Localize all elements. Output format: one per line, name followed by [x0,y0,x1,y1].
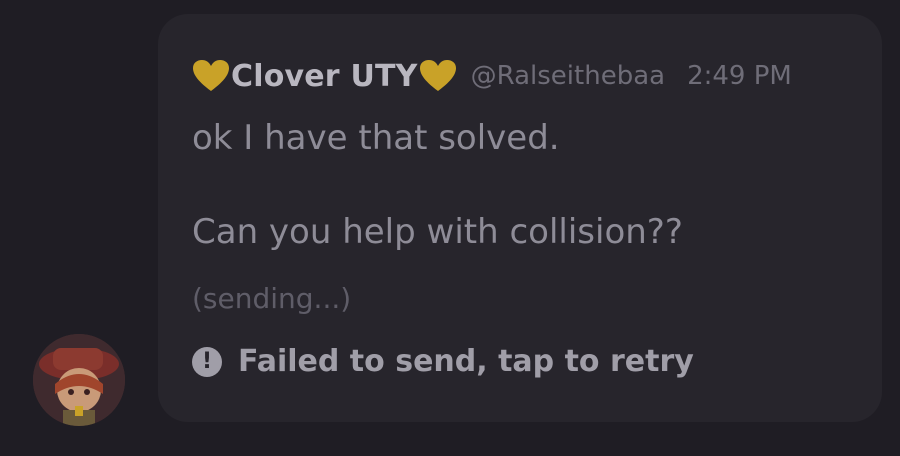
retry-send-button[interactable]: ! Failed to send, tap to retry [192,344,694,379]
message-text-line: ok I have that solved. [192,118,560,158]
exclamation-circle-icon: ! [192,346,222,377]
yellow-heart-icon [419,60,456,91]
yellow-heart-icon [193,60,229,91]
chat-screen: Clover UTY @Ralseithebaa 2:49 PM ok I ha… [0,0,900,456]
sending-status: (sending...) [192,282,352,315]
display-name[interactable]: Clover UTY [231,59,418,94]
timestamp: 2:49 PM [687,61,792,91]
message-header: Clover UTY @Ralseithebaa 2:49 PM [192,54,792,98]
message-bubble[interactable]: Clover UTY @Ralseithebaa 2:49 PM ok I ha… [158,14,882,422]
username[interactable]: @Ralseithebaa [471,61,665,91]
message-text-line: Can you help with collision?? [192,212,683,252]
failed-status-text: Failed to send, tap to retry [238,344,694,379]
avatar[interactable] [33,334,125,426]
